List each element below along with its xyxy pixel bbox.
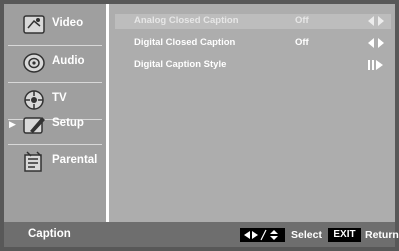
- footer-bar: Caption Select EXIT Return: [4, 222, 399, 247]
- audio-icon: [23, 53, 45, 73]
- exit-key-badge: EXIT: [328, 228, 361, 242]
- sidebar-item-label: Setup: [52, 117, 84, 129]
- option-row-digital-caption-style[interactable]: Digital Caption Style: [115, 58, 391, 73]
- sidebar-item-label: Parental: [52, 154, 98, 166]
- video-icon: [23, 15, 45, 34]
- osd-menu: Video Audio TV ▶ Setup Parental Analog C…: [0, 0, 399, 251]
- option-row-digital-closed-caption[interactable]: Digital Closed Caption Off: [115, 36, 391, 51]
- sidebar-item-video[interactable]: Video: [4, 7, 106, 44]
- sidebar-item-setup[interactable]: ▶ Setup: [4, 107, 106, 144]
- option-value: Off: [295, 15, 309, 26]
- option-value: Off: [295, 37, 309, 48]
- option-label: Digital Closed Caption: [134, 37, 236, 48]
- active-item-arrow-icon: ▶: [9, 119, 16, 129]
- parental-icon: [24, 151, 42, 172]
- left-right-arrows-icon[interactable]: [368, 38, 384, 48]
- option-label: Digital Caption Style: [134, 59, 227, 70]
- setup-icon: [23, 117, 45, 134]
- sidebar-item-label: Video: [52, 17, 84, 29]
- enter-arrow-icon[interactable]: [368, 60, 384, 70]
- select-hint-label: Select: [291, 229, 322, 241]
- return-hint-label: Return: [365, 229, 399, 241]
- option-label: Analog Closed Caption: [134, 15, 239, 26]
- left-right-arrows-icon[interactable]: [368, 16, 384, 26]
- main-menu-sidebar: Video Audio TV ▶ Setup Parental: [4, 4, 106, 222]
- option-row-analog-closed-caption[interactable]: Analog Closed Caption Off: [115, 14, 391, 29]
- navigation-keys-icon: [240, 228, 285, 242]
- sidebar-item-label: Audio: [52, 55, 85, 67]
- page-title: Caption: [28, 228, 71, 240]
- sidebar-item-label: TV: [52, 92, 67, 104]
- sidebar-item-parental[interactable]: Parental: [4, 144, 106, 181]
- sidebar-item-audio[interactable]: Audio: [4, 45, 106, 82]
- caption-options-panel: Analog Closed Caption Off Digital Closed…: [109, 4, 395, 222]
